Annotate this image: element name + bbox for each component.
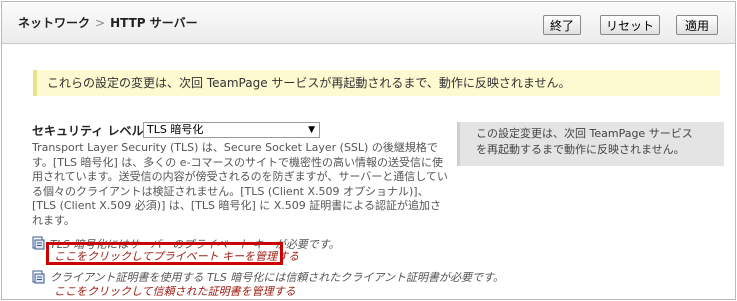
done-button[interactable]: 終了 [543, 15, 581, 35]
reset-button[interactable]: リセット [600, 15, 660, 35]
document-icon [32, 270, 45, 284]
breadcrumb: ネットワーク > HTTP サーバー [18, 14, 198, 31]
document-icon [32, 236, 45, 250]
security-level-label: セキュリティ レベル [32, 124, 144, 138]
dropdown-arrow-icon: ▼ [308, 125, 315, 135]
breadcrumb-separator: > [95, 16, 106, 30]
restart-note-line2: を再起動するまで動作に反映されません。 [476, 143, 685, 156]
restart-note-line1: この設定変更は、次回 TeamPage サービス [476, 127, 693, 140]
page-header: ネットワーク > HTTP サーバー 終了 リセット 適用 [2, 2, 735, 44]
breadcrumb-current: HTTP サーバー [110, 16, 198, 30]
breadcrumb-parent[interactable]: ネットワーク [18, 16, 90, 30]
security-level-select[interactable]: TLS 暗号化 ▼ [143, 122, 320, 138]
restart-notice: これらの設定の変更は、次回 TeamPage サービスが再起動されるまで、動作に… [33, 70, 720, 96]
settings-panel: ネットワーク > HTTP サーバー 終了 リセット 適用 これらの設定の変更は、次… [1, 1, 736, 300]
manage-trusted-certs-link[interactable]: ここをクリックして信頼された証明書を管理する [54, 283, 296, 299]
apply-button[interactable]: 適用 [676, 15, 718, 35]
security-level-value: TLS 暗号化 [147, 123, 204, 136]
restart-note-box: この設定変更は、次回 TeamPage サービス を再起動するまで動作に反映され… [457, 122, 724, 166]
highlight-box [46, 242, 283, 265]
security-description: Transport Layer Security (TLS) は、Secure … [32, 141, 448, 227]
